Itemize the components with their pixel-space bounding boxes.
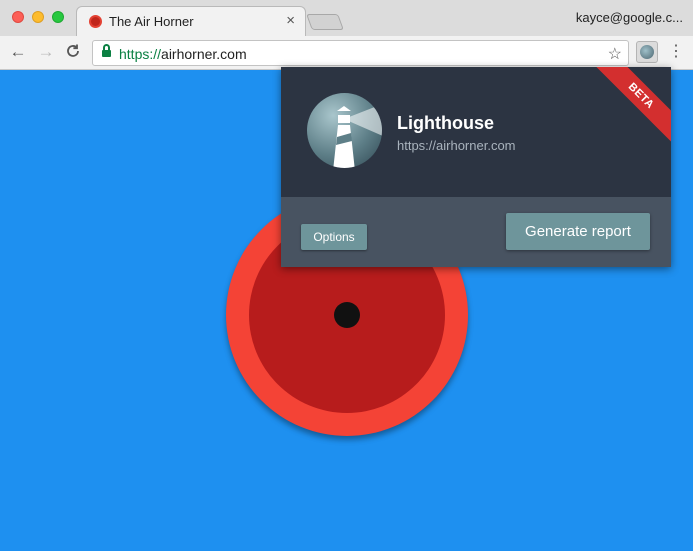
url-text[interactable]: https://airhorner.com bbox=[119, 46, 247, 62]
forward-button[interactable]: → bbox=[36, 42, 56, 62]
air-horn-center bbox=[334, 302, 360, 328]
profile-label[interactable]: kayce@google.c... bbox=[576, 10, 683, 25]
browser-tab[interactable]: The Air Horner × bbox=[76, 6, 306, 36]
tab-close-button[interactable]: × bbox=[286, 12, 295, 29]
address-bar[interactable]: https://airhorner.com ☆ bbox=[92, 40, 629, 66]
lighthouse-popup: Lighthouse https://airhorner.com BETA Op… bbox=[281, 67, 671, 267]
lighthouse-extension-button[interactable] bbox=[636, 41, 658, 63]
reload-icon bbox=[67, 44, 79, 57]
lighthouse-icon bbox=[640, 45, 654, 59]
browser-toolbar: ← → https://airhorner.com ☆ ⋮ bbox=[0, 36, 693, 70]
minimize-window-button[interactable] bbox=[32, 11, 44, 23]
lighthouse-logo-icon bbox=[307, 93, 382, 168]
air-horner-favicon-icon bbox=[89, 15, 102, 28]
generate-report-button[interactable]: Generate report bbox=[506, 213, 650, 250]
popup-url: https://airhorner.com bbox=[397, 138, 516, 153]
close-window-button[interactable] bbox=[12, 11, 24, 23]
popup-header: Lighthouse https://airhorner.com BETA bbox=[281, 67, 671, 197]
zoom-window-button[interactable] bbox=[52, 11, 64, 23]
url-host: airhorner.com bbox=[161, 46, 247, 62]
back-button[interactable]: ← bbox=[8, 42, 28, 62]
tab-title: The Air Horner bbox=[109, 14, 194, 29]
beta-badge: BETA bbox=[590, 67, 671, 147]
options-button[interactable]: Options bbox=[301, 224, 367, 250]
tab-strip: The Air Horner × kayce@google.c... bbox=[0, 0, 693, 36]
reload-button[interactable] bbox=[63, 43, 83, 64]
popup-footer: Options Generate report bbox=[281, 197, 671, 267]
bookmark-star-icon[interactable]: ☆ bbox=[608, 44, 622, 64]
popup-title: Lighthouse bbox=[397, 113, 494, 133]
secure-lock-icon bbox=[102, 44, 111, 58]
browser-menu-button[interactable]: ⋮ bbox=[668, 41, 684, 61]
new-tab-button[interactable] bbox=[306, 14, 344, 30]
url-scheme: https:// bbox=[119, 46, 162, 62]
